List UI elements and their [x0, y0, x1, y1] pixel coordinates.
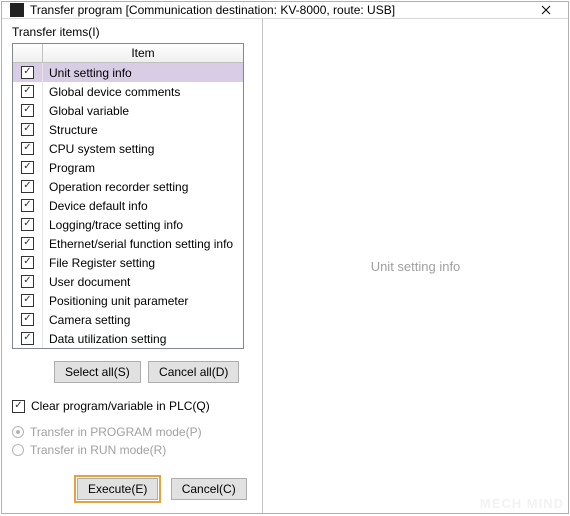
row-check-cell [13, 63, 43, 82]
row-checkbox[interactable] [21, 161, 34, 174]
clear-program-checkbox[interactable] [12, 400, 25, 413]
table-row[interactable]: Logging/trace setting info [13, 215, 243, 234]
close-button[interactable] [526, 2, 566, 18]
bottom-buttons: Execute(E) Cancel(C) [74, 475, 252, 503]
table-row[interactable]: File Register setting [13, 253, 243, 272]
table-row[interactable]: Data utilization setting [13, 329, 243, 348]
execute-button[interactable]: Execute(E) [77, 478, 158, 500]
row-item-label: Device default info [43, 199, 243, 213]
grid-header-item-col: Item [43, 44, 243, 62]
row-checkbox[interactable] [21, 218, 34, 231]
clear-program-row[interactable]: Clear program/variable in PLC(Q) [12, 399, 252, 413]
mode-radios: Transfer in PROGRAM mode(P) Transfer in … [12, 425, 252, 457]
transfer-items-label: Transfer items(I) [12, 25, 252, 39]
table-row[interactable]: CPU system setting [13, 139, 243, 158]
execute-highlight: Execute(E) [74, 475, 161, 503]
table-row[interactable]: Camera setting [13, 310, 243, 329]
row-checkbox[interactable] [21, 332, 34, 345]
table-row[interactable]: Device default info [13, 196, 243, 215]
row-check-cell [13, 139, 43, 158]
row-item-label: Unit setting info [43, 66, 243, 80]
grid-header: Item [13, 44, 243, 63]
items-grid: Item Unit setting info Global device comm… [12, 43, 244, 349]
grid-body: Unit setting info Global device comments G… [13, 63, 243, 348]
row-check-cell [13, 158, 43, 177]
clear-program-label: Clear program/variable in PLC(Q) [31, 399, 210, 413]
row-item-label: File Register setting [43, 256, 243, 270]
row-item-label: Structure [43, 123, 243, 137]
mid-buttons: Select all(S) Cancel all(D) [54, 361, 252, 383]
row-check-cell [13, 82, 43, 101]
titlebar: Transfer program [Communication destinat… [2, 2, 568, 19]
app-icon [10, 3, 24, 17]
row-checkbox[interactable] [21, 199, 34, 212]
table-row[interactable]: User document [13, 272, 243, 291]
cancel-button[interactable]: Cancel(C) [171, 478, 247, 500]
row-check-cell [13, 177, 43, 196]
row-checkbox[interactable] [21, 123, 34, 136]
table-row[interactable]: Positioning unit parameter [13, 291, 243, 310]
left-panel: Transfer items(I) Item Unit setting info… [2, 19, 262, 513]
table-row[interactable]: Structure [13, 120, 243, 139]
mode-program-label: Transfer in PROGRAM mode(P) [30, 425, 202, 439]
row-check-cell [13, 101, 43, 120]
row-checkbox[interactable] [21, 142, 34, 155]
close-icon [541, 5, 551, 15]
row-check-cell [13, 196, 43, 215]
row-check-cell [13, 253, 43, 272]
table-row[interactable]: Global variable [13, 101, 243, 120]
grid-header-check-col [13, 44, 43, 62]
mode-run-radio[interactable] [12, 444, 24, 456]
mode-program-row: Transfer in PROGRAM mode(P) [12, 425, 252, 439]
row-item-label: Positioning unit parameter [43, 294, 243, 308]
row-checkbox[interactable] [21, 294, 34, 307]
row-check-cell [13, 310, 43, 329]
row-checkbox[interactable] [21, 66, 34, 79]
cancel-all-button[interactable]: Cancel all(D) [148, 361, 239, 383]
table-row[interactable]: Operation recorder setting [13, 177, 243, 196]
row-checkbox[interactable] [21, 180, 34, 193]
row-checkbox[interactable] [21, 237, 34, 250]
row-check-cell [13, 120, 43, 139]
row-item-label: Program [43, 161, 243, 175]
row-item-label: Logging/trace setting info [43, 218, 243, 232]
row-item-label: Camera setting [43, 313, 243, 327]
row-item-label: User document [43, 275, 243, 289]
row-check-cell [13, 272, 43, 291]
row-checkbox[interactable] [21, 104, 34, 117]
window-title: Transfer program [Communication destinat… [30, 3, 526, 17]
table-row[interactable]: Program [13, 158, 243, 177]
row-check-cell [13, 329, 43, 348]
row-item-label: CPU system setting [43, 142, 243, 156]
row-checkbox[interactable] [21, 85, 34, 98]
table-row[interactable]: Unit setting info [13, 63, 243, 82]
mode-run-row: Transfer in RUN mode(R) [12, 443, 252, 457]
row-check-cell [13, 234, 43, 253]
preview-panel: Unit setting info MECH MIND [262, 19, 568, 513]
row-item-label: Data utilization setting [43, 332, 243, 346]
row-check-cell [13, 215, 43, 234]
row-item-label: Operation recorder setting [43, 180, 243, 194]
row-checkbox[interactable] [21, 275, 34, 288]
row-checkbox[interactable] [21, 313, 34, 326]
table-row[interactable]: Global device comments [13, 82, 243, 101]
select-all-button[interactable]: Select all(S) [54, 361, 141, 383]
preview-text: Unit setting info [371, 259, 461, 274]
row-checkbox[interactable] [21, 256, 34, 269]
body: Transfer items(I) Item Unit setting info… [2, 19, 568, 513]
row-item-label: Global device comments [43, 85, 243, 99]
row-item-label: Global variable [43, 104, 243, 118]
watermark: MECH MIND [480, 496, 564, 511]
mode-run-label: Transfer in RUN mode(R) [30, 443, 166, 457]
window: Transfer program [Communication destinat… [1, 1, 569, 514]
table-row[interactable]: Ethernet/serial function setting info [13, 234, 243, 253]
row-item-label: Ethernet/serial function setting info [43, 237, 243, 251]
mode-program-radio[interactable] [12, 426, 24, 438]
row-check-cell [13, 291, 43, 310]
